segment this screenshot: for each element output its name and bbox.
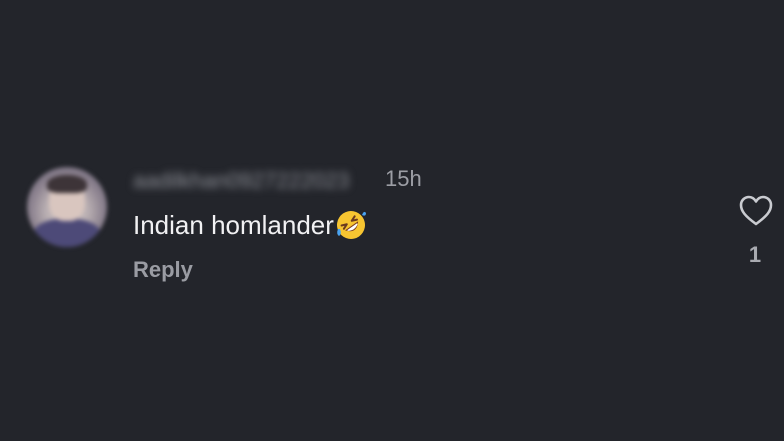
- avatar-hair: [47, 175, 87, 193]
- rolling-on-the-floor-laughing-emoji-icon: [336, 211, 366, 239]
- comment-username[interactable]: aadilkhan0927222023: [133, 168, 350, 194]
- avatar[interactable]: [27, 167, 107, 247]
- comment-screen: aadilkhan0927222023 15h Indian homlander…: [0, 0, 784, 441]
- comment-body: Indian homlander: [133, 209, 367, 241]
- comment-item: aadilkhan0927222023 15h Indian homlander…: [0, 0, 784, 441]
- comment-timestamp: 15h: [385, 166, 422, 191]
- heart-icon[interactable]: [739, 195, 773, 227]
- like-count: 1: [748, 242, 762, 267]
- avatar-shirt: [33, 219, 101, 247]
- comment-text: Indian homlander: [133, 209, 334, 240]
- reply-button[interactable]: Reply: [133, 257, 193, 283]
